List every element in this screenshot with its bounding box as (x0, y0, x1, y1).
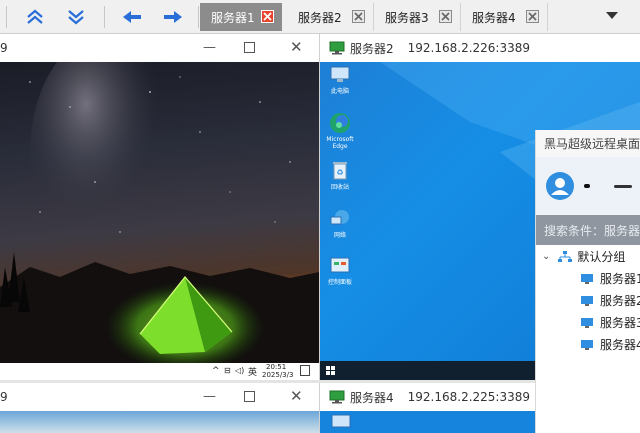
desktop-icon-network[interactable]: 网络 (320, 208, 360, 239)
monitor-icon (581, 339, 593, 350)
redacted-mark (614, 184, 632, 188)
pane-top-left-titlebar: 9 — ✕ (0, 34, 319, 62)
pane-bottom-right-titlebar: 服务器4 192.168.2.225:3389 (320, 383, 535, 411)
desktop-icon-edge[interactable]: Microsoft Edge (320, 112, 360, 150)
double-chevron-down-icon (68, 10, 84, 25)
expand-down-button[interactable] (61, 4, 91, 30)
tab-server-1[interactable]: 服务器1 (200, 3, 282, 31)
tab-server-4[interactable]: 服务器4 (461, 3, 548, 31)
windows-start-icon[interactable] (326, 366, 335, 375)
remote-manager-panel: 黑马超级远程桌面 搜索条件：服务器 ⌄ 默认分组 服务器1 服务器2 服务器3 … (535, 130, 640, 433)
tree-item-server[interactable]: 服务器4 (580, 336, 640, 353)
desktop-icon-control-panel[interactable]: 控制面板 (320, 257, 360, 286)
notification-icon[interactable] (300, 365, 310, 376)
tab-list-dropdown-icon[interactable] (606, 12, 618, 19)
remote-taskbar: ^ ⊟ ◁) 英 20:51 2025/3/3 (0, 363, 319, 380)
close-icon[interactable]: ✕ (290, 387, 303, 405)
main-toolbar: 服务器1 服务器2 服务器3 服务器4 (0, 0, 640, 34)
network-tray-icon[interactable]: ⊟ (224, 366, 231, 375)
pane-bottom-left-titlebar: 9 — ✕ (0, 383, 319, 411)
remote-desktop-windows[interactable] (320, 411, 535, 433)
close-icon[interactable]: ✕ (290, 38, 303, 56)
pane-title: 9 (0, 390, 8, 404)
avatar-icon (546, 172, 574, 200)
minimize-icon[interactable]: — (203, 40, 216, 55)
collapse-up-button[interactable] (20, 4, 50, 30)
remote-desktop-wallpaper[interactable] (0, 62, 319, 363)
redacted-mark (584, 184, 590, 188)
close-icon[interactable] (439, 10, 452, 23)
monitor-icon (581, 273, 593, 284)
tree-item-server[interactable]: 服务器1 (580, 270, 640, 287)
manager-title: 黑马超级远程桌面 (536, 130, 640, 157)
toolbar-separator (198, 6, 199, 28)
next-button[interactable] (158, 4, 188, 30)
tab-label: 服务器3 (385, 10, 429, 25)
toolbar-separator (104, 6, 105, 28)
tab-server-3[interactable]: 服务器3 (374, 3, 461, 31)
svg-text:♻: ♻ (336, 168, 343, 177)
volume-tray-icon[interactable]: ◁) (235, 366, 244, 375)
computer-icon (331, 414, 351, 428)
double-chevron-up-icon (27, 9, 43, 24)
server-monitor-icon (329, 390, 345, 404)
server-monitor-icon (329, 41, 345, 55)
taskbar-time: 20:51 (266, 363, 287, 371)
server-name: 服务器2 (350, 41, 394, 56)
tree-group-default[interactable]: ⌄ 默认分组 (542, 248, 625, 265)
previous-button[interactable] (117, 4, 147, 30)
minimize-icon[interactable]: — (203, 389, 216, 404)
tab-server-2[interactable]: 服务器2 (287, 3, 374, 31)
maximize-icon[interactable] (244, 391, 255, 402)
network-icon (330, 210, 349, 225)
server-name: 服务器4 (350, 390, 394, 405)
tray-chevron-icon[interactable]: ^ (212, 366, 220, 376)
arrow-right-icon (164, 11, 182, 23)
tab-label: 服务器4 (472, 10, 516, 25)
pane-top-right-titlebar: 服务器2 192.168.2.226:3389 (320, 34, 640, 62)
night-sky-tent-image (0, 62, 319, 363)
edge-icon (330, 113, 350, 133)
recycle-bin-icon: ♻ (333, 162, 347, 180)
desktop-icon-recycle-bin[interactable]: ♻ 回收站 (320, 160, 360, 191)
toolbar-separator (6, 6, 7, 28)
search-condition[interactable]: 搜索条件：服务器 (536, 215, 640, 245)
server-address: 192.168.2.226:3389 (407, 41, 531, 55)
pane-title: 9 (0, 41, 8, 55)
control-panel-icon (330, 257, 350, 273)
monitor-icon (581, 317, 593, 328)
close-icon[interactable] (352, 10, 365, 23)
monitor-icon (581, 295, 593, 306)
user-profile[interactable] (536, 157, 640, 215)
ime-indicator[interactable]: 英 (248, 365, 257, 378)
taskbar-date: 2025/3/3 (262, 371, 294, 379)
remote-desktop-wallpaper[interactable] (0, 411, 319, 433)
arrow-left-icon (123, 11, 141, 23)
close-icon[interactable] (261, 10, 274, 23)
remote-taskbar (320, 361, 535, 380)
tree-item-server[interactable]: 服务器3 (580, 314, 640, 331)
group-tree-icon (558, 250, 573, 262)
close-icon[interactable] (526, 10, 539, 23)
server-address: 192.168.2.225:3389 (407, 390, 531, 404)
tab-label: 服务器2 (298, 10, 342, 25)
computer-icon (330, 66, 350, 82)
tree-item-server[interactable]: 服务器2 (580, 292, 640, 309)
chevron-down-icon[interactable]: ⌄ (542, 251, 550, 262)
tab-label: 服务器1 (211, 10, 255, 25)
desktop-icon-this-pc[interactable]: 此电脑 (320, 66, 360, 95)
maximize-icon[interactable] (244, 42, 255, 53)
